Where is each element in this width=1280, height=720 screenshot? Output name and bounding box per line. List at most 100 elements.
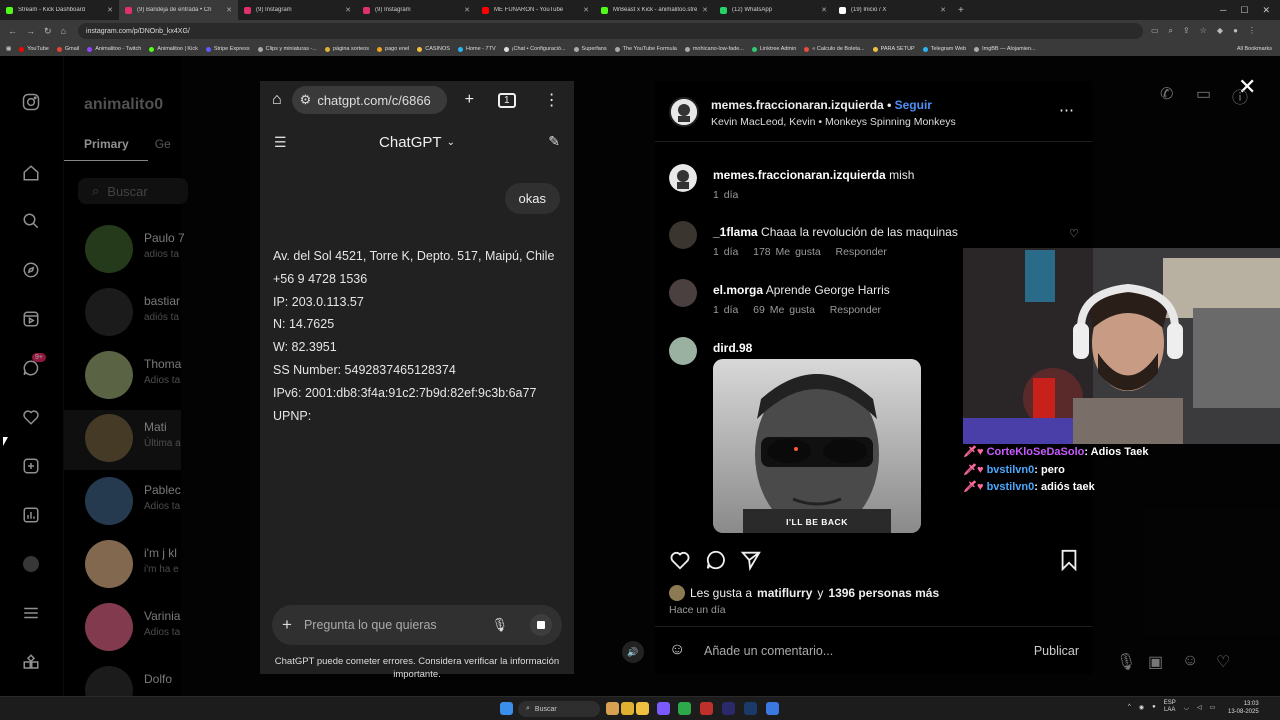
- phone-call-icon[interactable]: ✆: [1160, 84, 1173, 104]
- reply-button[interactable]: Responder: [836, 246, 887, 258]
- prompt-input[interactable]: + Pregunta lo que quieras 🎙: [272, 605, 562, 645]
- mic-icon[interactable]: ●: [1152, 704, 1156, 710]
- browser-tab[interactable]: (12) WhatsApp ✕: [714, 0, 833, 20]
- dm-search-input[interactable]: ⌕ Buscar: [78, 178, 188, 204]
- site-settings-icon[interactable]: ⚙: [300, 92, 312, 108]
- microphone-icon[interactable]: 🎙: [491, 617, 508, 633]
- voice-message-icon[interactable]: 🎙: [1116, 652, 1136, 672]
- tab-general[interactable]: Ge: [155, 137, 171, 151]
- widget-icon[interactable]: [606, 702, 619, 715]
- new-tab-plus-icon[interactable]: +: [465, 91, 474, 109]
- browser-tab[interactable]: ME FUNARON - YouTube ✕: [476, 0, 595, 20]
- audio-toggle-icon[interactable]: 🔊: [622, 641, 644, 663]
- sticker-icon[interactable]: ☺: [1182, 652, 1198, 670]
- photoshop-icon[interactable]: [744, 702, 757, 715]
- forward-icon[interactable]: →: [26, 26, 35, 37]
- conversation-item[interactable]: Thoma Adios ta: [64, 347, 181, 407]
- comment-likes[interactable]: 69 Me gusta: [753, 304, 815, 316]
- follow-button[interactable]: Seguir: [895, 98, 932, 112]
- bookmark-item[interactable]: ImgBB — Alojamien...: [974, 46, 1036, 52]
- home-nav-icon[interactable]: [20, 162, 42, 184]
- bookmark-item[interactable]: Telegram Web: [922, 46, 966, 52]
- like-icon[interactable]: [669, 549, 691, 576]
- conversation-item[interactable]: i'm j kl i'm ha e: [64, 536, 181, 596]
- comment-input[interactable]: Añade un comentario...: [704, 644, 833, 658]
- comment-user[interactable]: _1flama: [713, 225, 758, 239]
- close-tab-icon[interactable]: ✕: [345, 6, 351, 14]
- author-avatar[interactable]: [669, 97, 699, 127]
- conversation-item[interactable]: Mati Última a: [64, 410, 181, 470]
- network-icon[interactable]: ◉: [1139, 704, 1144, 711]
- browser-menu-icon[interactable]: ⋮: [544, 90, 560, 110]
- commenter-avatar[interactable]: [669, 337, 697, 365]
- extension-icon[interactable]: ◆: [1217, 26, 1223, 36]
- close-tab-icon[interactable]: ✕: [464, 6, 470, 14]
- tab-primary[interactable]: Primary: [84, 137, 129, 151]
- home-icon[interactable]: ⌂: [272, 91, 282, 109]
- browser-tab[interactable]: Stream - Kick Dashboard ✕: [0, 0, 119, 20]
- bookmark-item[interactable]: mohicano-low-fade...: [684, 46, 744, 52]
- search-nav-icon[interactable]: [20, 210, 42, 232]
- widget-icon[interactable]: [621, 702, 634, 715]
- browser-tab[interactable]: (9) Instagram ✕: [238, 0, 357, 20]
- like-comment-icon[interactable]: ♡: [1069, 227, 1079, 240]
- star-icon[interactable]: ☆: [1200, 26, 1207, 36]
- start-icon[interactable]: [500, 702, 513, 715]
- close-tab-icon[interactable]: ✕: [821, 6, 827, 14]
- info-icon[interactable]: ⓘ: [1232, 84, 1248, 108]
- bookmark-item[interactable]: PARA SETUP: [872, 46, 915, 52]
- emoji-icon[interactable]: ☺: [669, 641, 685, 659]
- commenter-avatar[interactable]: [669, 164, 697, 192]
- reload-icon[interactable]: ↻: [44, 26, 52, 37]
- tab-count[interactable]: 1: [498, 92, 516, 108]
- reels-nav-icon[interactable]: [20, 308, 42, 330]
- chevron-up-icon[interactable]: ^: [1128, 704, 1131, 710]
- commenter-avatar[interactable]: [669, 221, 697, 249]
- create-nav-icon[interactable]: [20, 455, 42, 477]
- bookmark-item[interactable]: Stripe Express: [205, 46, 250, 52]
- volume-icon[interactable]: ◁: [1197, 704, 1202, 711]
- maximize-icon[interactable]: ☐: [1240, 5, 1248, 16]
- browser-tab[interactable]: (9) Instagram ✕: [357, 0, 476, 20]
- close-tab-icon[interactable]: ✕: [226, 6, 232, 14]
- app-icon[interactable]: [657, 702, 670, 715]
- heart-icon[interactable]: ♡: [1216, 652, 1230, 672]
- conversation-item[interactable]: Varinia Adios ta: [64, 599, 181, 659]
- app-icon[interactable]: [700, 702, 713, 715]
- premiere-icon[interactable]: [722, 702, 735, 715]
- url-input[interactable]: instagram.com/p/DNOnb_kx4XG/: [77, 23, 1143, 39]
- back-icon[interactable]: ←: [8, 26, 17, 37]
- bookmark-item[interactable]: Animalitoo - Twitch: [87, 46, 141, 52]
- bookmark-item[interactable]: página sorteos: [324, 46, 369, 52]
- bookmark-item[interactable]: Superfans: [573, 46, 607, 52]
- menu-icon[interactable]: ⋮: [1248, 26, 1256, 36]
- bookmark-item[interactable]: The YouTube Formula: [614, 46, 677, 52]
- clock[interactable]: 13:03 13-08-2025: [1228, 700, 1259, 716]
- file-explorer-icon[interactable]: [636, 702, 649, 715]
- battery-icon[interactable]: ▭: [1210, 704, 1216, 711]
- publish-button[interactable]: Publicar: [1034, 644, 1079, 658]
- bookmark-item[interactable]: Linktree Admin: [751, 46, 796, 52]
- bookmark-item[interactable]: Gmail: [56, 46, 79, 52]
- likes-user[interactable]: matiflurry: [757, 586, 812, 600]
- post-author[interactable]: memes.fraccionaran.izquierda • Seguir: [711, 98, 932, 112]
- share-icon[interactable]: ⇪: [1183, 26, 1190, 36]
- comment-user[interactable]: dird.98: [713, 341, 752, 355]
- comment-icon[interactable]: [705, 549, 727, 576]
- more-options-icon[interactable]: ⋯: [1059, 101, 1074, 119]
- taskbar-search[interactable]: ⌕ Buscar: [518, 701, 600, 717]
- more-menu-icon[interactable]: [20, 602, 42, 624]
- also-from-meta-icon[interactable]: [20, 651, 42, 673]
- app-icon[interactable]: [766, 702, 779, 715]
- comment-user[interactable]: el.morga: [713, 283, 763, 297]
- dashboard-nav-icon[interactable]: [20, 504, 42, 526]
- comment-user[interactable]: memes.fraccionaran.izquierda: [713, 168, 886, 182]
- window-close-icon[interactable]: ✕: [1262, 5, 1270, 16]
- instagram-logo-icon[interactable]: [20, 91, 42, 113]
- close-tab-icon[interactable]: ✕: [702, 6, 708, 14]
- share-icon[interactable]: [740, 549, 762, 576]
- author-name[interactable]: memes.fraccionaran.izquierda: [711, 98, 884, 112]
- wifi-icon[interactable]: ◡: [1184, 704, 1189, 711]
- stop-button[interactable]: [530, 614, 552, 636]
- save-bookmark-icon[interactable]: [1059, 549, 1079, 576]
